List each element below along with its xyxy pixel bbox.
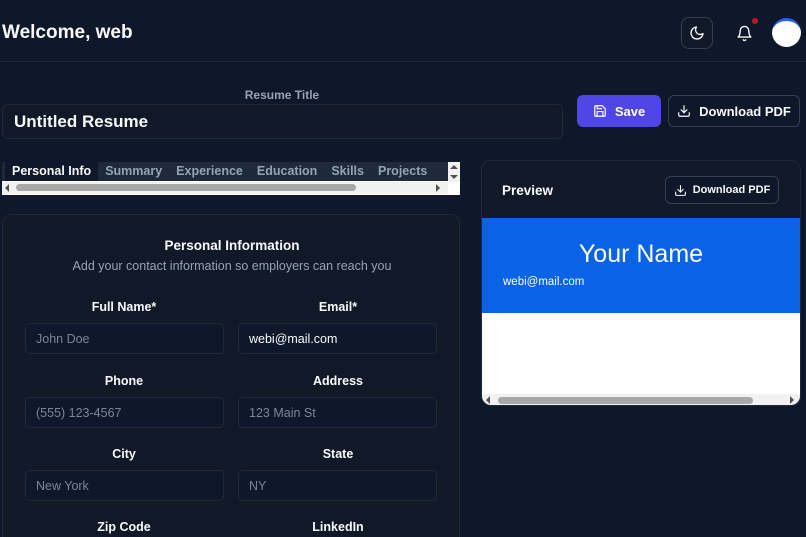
scroll-up-arrow[interactable] bbox=[450, 165, 458, 169]
preview-download-pdf-button[interactable]: Download PDF bbox=[665, 176, 779, 204]
state-label: State bbox=[322, 447, 354, 461]
tabs-horizontal-scrollbar[interactable] bbox=[2, 182, 448, 194]
notification-dot bbox=[752, 18, 758, 24]
resume-name: Your Name bbox=[578, 240, 704, 268]
address-field[interactable] bbox=[238, 397, 437, 428]
scroll-left-arrow[interactable] bbox=[486, 396, 490, 404]
full-name-field[interactable] bbox=[25, 323, 224, 354]
email-label: Email* bbox=[318, 300, 358, 314]
save-button-label: Save bbox=[614, 103, 646, 119]
download-icon bbox=[678, 105, 690, 117]
save-icon bbox=[593, 105, 606, 117]
zip-code-label: Zip Code bbox=[97, 520, 151, 534]
personal-info-card: Personal Information Add your contact in… bbox=[2, 214, 460, 537]
form-subtitle: Add your contact information so employer… bbox=[72, 259, 392, 273]
preview-scroll-thumb[interactable] bbox=[498, 397, 753, 404]
scroll-right-arrow[interactable] bbox=[790, 396, 794, 404]
notifications-button[interactable] bbox=[728, 17, 760, 49]
email-field[interactable] bbox=[238, 323, 437, 354]
download-pdf-button[interactable]: Download PDF bbox=[668, 95, 800, 127]
avatar[interactable] bbox=[772, 18, 801, 47]
moon-icon bbox=[690, 26, 704, 40]
city-field[interactable] bbox=[25, 470, 224, 501]
bell-icon bbox=[736, 25, 752, 41]
download-icon bbox=[674, 184, 686, 196]
tabs-vertical-scrollbar[interactable] bbox=[448, 162, 460, 182]
tab-projects[interactable]: Projects bbox=[371, 162, 434, 181]
welcome-heading: Welcome, web bbox=[2, 22, 133, 43]
resume-title-label: Resume Title bbox=[244, 88, 320, 102]
tab-skills[interactable]: Skills bbox=[324, 162, 371, 181]
full-name-label: Full Name* bbox=[91, 300, 157, 314]
tab-experience[interactable]: Experience bbox=[169, 162, 250, 181]
tab-list: Personal Info Summary Experience Educati… bbox=[2, 162, 448, 181]
theme-toggle-button[interactable] bbox=[681, 17, 713, 49]
tab-summary[interactable]: Summary bbox=[98, 162, 169, 181]
section-tabs: Personal Info Summary Experience Educati… bbox=[2, 162, 460, 195]
linkedin-label: LinkedIn bbox=[312, 520, 364, 534]
download-pdf-label: Download PDF bbox=[699, 103, 791, 119]
state-field[interactable] bbox=[238, 470, 437, 501]
form-title: Personal Information bbox=[164, 238, 300, 253]
tabs-scroll-thumb[interactable] bbox=[16, 184, 356, 191]
resume-builder-app: Welcome, web Resume Title Save bbox=[0, 0, 806, 537]
tab-education[interactable]: Education bbox=[250, 162, 324, 181]
resume-email: webi@mail.com bbox=[503, 276, 585, 288]
address-label: Address bbox=[312, 374, 364, 388]
preview-download-label: Download PDF bbox=[692, 184, 771, 196]
city-label: City bbox=[112, 447, 136, 461]
save-button[interactable]: Save bbox=[577, 95, 661, 127]
scroll-left-arrow[interactable] bbox=[5, 184, 9, 192]
resume-preview-page: Your Name webi@mail.com bbox=[482, 218, 800, 394]
phone-field[interactable] bbox=[25, 397, 224, 428]
top-header: Welcome, web bbox=[0, 0, 806, 62]
preview-horizontal-scrollbar[interactable] bbox=[482, 394, 800, 405]
scroll-down-arrow[interactable] bbox=[450, 175, 458, 179]
resume-header-band: Your Name webi@mail.com bbox=[482, 218, 800, 313]
preview-card: Preview Download PDF Your Name webi@mail… bbox=[481, 160, 801, 406]
resume-title-input[interactable] bbox=[2, 104, 563, 139]
preview-title: Preview bbox=[502, 183, 554, 198]
scroll-right-arrow[interactable] bbox=[436, 184, 440, 192]
phone-label: Phone bbox=[104, 374, 144, 388]
tab-personal-info[interactable]: Personal Info bbox=[5, 162, 99, 181]
